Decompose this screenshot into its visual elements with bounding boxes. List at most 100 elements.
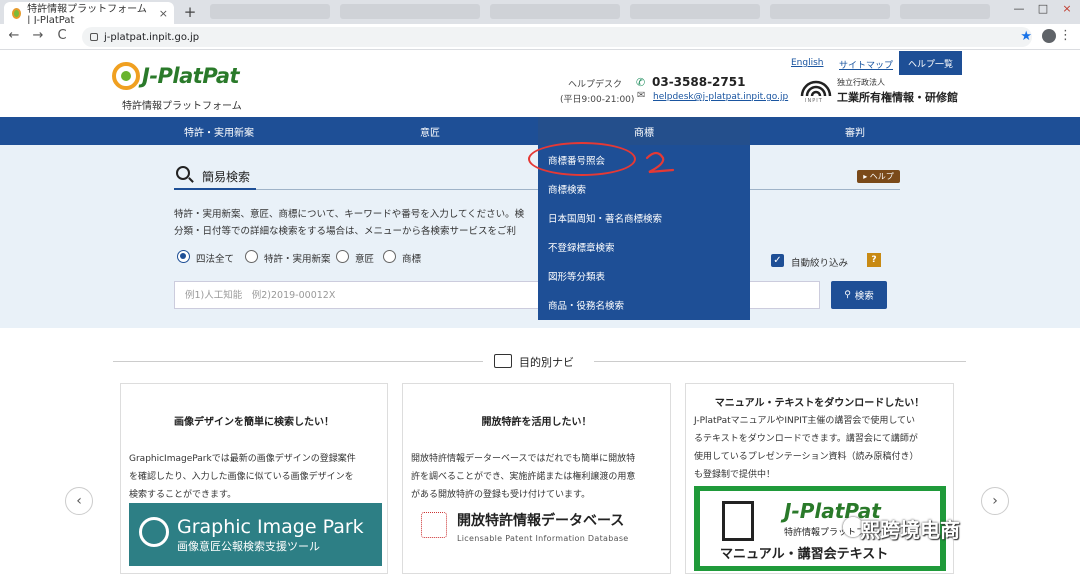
- purpose-navi-title: 目的別ナビ: [519, 356, 574, 369]
- browser-tab[interactable]: [630, 4, 760, 19]
- divider-accent: [174, 188, 256, 190]
- reload-icon[interactable]: C: [54, 28, 70, 44]
- card-title: 画像デザインを簡単に検索したい！: [174, 417, 334, 428]
- book-search-icon: [494, 354, 512, 368]
- maximize-icon[interactable]: □: [1034, 2, 1052, 15]
- graphic-image-park-banner[interactable]: Graphic Image Park 画像意匠公報検索支援ツール: [129, 503, 382, 566]
- browser-tab[interactable]: [340, 4, 480, 19]
- phone-icon: ✆: [636, 76, 646, 89]
- window-controls: — □ ×: [1010, 2, 1076, 15]
- divider: [113, 361, 483, 362]
- licensable-patent-db-banner[interactable]: 開放特許情報データベース Licensable Patent Informati…: [417, 506, 657, 556]
- helpdesk-label: ヘルプデスク: [568, 80, 623, 90]
- auto-narrow-label[interactable]: 自動絞り込み: [791, 255, 848, 269]
- sitemap-link[interactable]: サイトマップ: [839, 58, 893, 71]
- bookmark-star-icon[interactable]: ★: [1020, 29, 1032, 44]
- card-text-line: がある開放特許の登録も受け付けています。: [411, 490, 591, 500]
- card-title: マニュアル・テキストをダウンロードしたい！: [714, 398, 925, 409]
- forward-icon[interactable]: →: [30, 28, 46, 44]
- search-description-line: 特許・実用新案、意匠、商標について、キーワードや番号を入力してください。検: [174, 209, 525, 220]
- radio-label[interactable]: 四法全て: [196, 251, 234, 265]
- browser-tab[interactable]: [770, 4, 890, 19]
- search-title: 簡易検索: [202, 170, 251, 184]
- logo-text: J-PlatPat: [142, 64, 240, 88]
- site-logo[interactable]: J-PlatPat: [112, 62, 240, 90]
- card-text: 開放特許情報データーベースではだれでも簡単に開放特 許を調べることができ、実施許…: [411, 450, 635, 504]
- favicon-icon: [12, 7, 22, 19]
- address-bar[interactable]: j-platpat.inpit.go.jp: [82, 27, 1032, 47]
- browser-tab[interactable]: [490, 4, 620, 19]
- minimize-icon[interactable]: —: [1010, 2, 1028, 15]
- menu-item-unregistered-mark-search[interactable]: 不登録標章検索: [538, 232, 750, 261]
- back-icon[interactable]: ←: [6, 28, 22, 44]
- help-list-button[interactable]: ヘルプ一覧: [899, 51, 962, 75]
- search-button-label: 検索: [854, 291, 874, 302]
- card-text-line: 使用しているプレゼンテーション資料（読み原稿付き）: [694, 452, 919, 462]
- search-icon: ⚲: [844, 290, 851, 300]
- tab-close-icon[interactable]: ×: [159, 7, 168, 20]
- browser-tab-active[interactable]: 特許情報プラットフォーム | J-PlatPat ×: [4, 2, 174, 26]
- main-nav: 特許・実用新案 意匠 商標 審判: [0, 117, 1080, 145]
- tab-title: 特許情報プラットフォーム | J-PlatPat: [27, 4, 147, 26]
- banner-subtitle: 画像意匠公報検索支援ツール: [177, 539, 320, 553]
- radio-design[interactable]: [336, 250, 349, 263]
- magnifier-icon: [176, 166, 190, 180]
- radio-all-four-laws[interactable]: [177, 250, 190, 263]
- radio-patent[interactable]: [245, 250, 258, 263]
- banner-title: マニュアル・講習会テキスト: [720, 547, 889, 562]
- browser-tab[interactable]: [900, 4, 990, 19]
- card-text: GraphicImageParkでは最新の画像デザインの登録案件 を確認したり、…: [129, 450, 356, 504]
- browser-menu-icon[interactable]: ⋮: [1059, 28, 1072, 43]
- browser-toolbar: ← → C j-platpat.inpit.go.jp ★ ⋮: [0, 24, 1080, 50]
- logo-mark-icon: [112, 62, 140, 90]
- mail-icon: ✉: [637, 90, 646, 101]
- browser-tab[interactable]: [210, 4, 330, 19]
- new-tab-button[interactable]: +: [180, 3, 200, 21]
- carousel-next-button[interactable]: ›: [981, 487, 1009, 515]
- document-icon: [722, 501, 754, 541]
- inpit-name[interactable]: 工業所有権情報・研修館: [837, 89, 958, 105]
- nav-trademark[interactable]: 商標: [538, 117, 750, 145]
- radio-label[interactable]: 特許・実用新案: [264, 251, 331, 265]
- card-text-line: 開放特許情報データーベースではだれでも簡単に開放特: [411, 454, 636, 464]
- helpdesk-hours: (平日9:00-21:00): [560, 95, 635, 105]
- window-close-icon[interactable]: ×: [1058, 2, 1076, 15]
- radio-trademark[interactable]: [383, 250, 396, 263]
- menu-item-figure-classification[interactable]: 図形等分類表: [538, 261, 750, 290]
- radio-label[interactable]: 意匠: [355, 251, 374, 265]
- banner-subtitle: Licensable Patent Information Database: [457, 534, 629, 543]
- help-button[interactable]: ▸ ヘルプ: [857, 170, 900, 183]
- radio-label[interactable]: 商標: [402, 251, 421, 265]
- nav-design[interactable]: 意匠: [330, 117, 530, 145]
- inpit-logo-icon: [800, 80, 832, 97]
- card-text-line: J-PlatPatマニュアルやINPIT主催の講習会で使用してい: [694, 416, 916, 426]
- browser-tab-bar: 特許情報プラットフォーム | J-PlatPat × + — □ ×: [0, 0, 1080, 26]
- card-text-line: も登録制で提供中！: [694, 470, 776, 480]
- nav-patent[interactable]: 特許・実用新案: [119, 117, 319, 145]
- menu-item-trademark-search[interactable]: 商標検索: [538, 174, 750, 203]
- gip-logo-icon: [139, 517, 169, 547]
- patent-db-logo-icon: [421, 512, 447, 538]
- nav-trial[interactable]: 審判: [755, 117, 955, 145]
- menu-item-goods-services-search[interactable]: 商品・役務名検索: [538, 290, 750, 319]
- auto-narrow-checkbox[interactable]: ✓: [771, 254, 784, 267]
- helpdesk-email-link[interactable]: helpdesk@j-platpat.inpit.go.jp: [653, 92, 788, 102]
- card-title: 開放特許を活用したい！: [481, 417, 592, 428]
- profile-icon[interactable]: [1042, 29, 1056, 43]
- divider: [174, 189, 900, 190]
- url-text: j-platpat.inpit.go.jp: [104, 31, 200, 43]
- card-licensable-patents[interactable]: 開放特許を活用したい！ 開放特許情報データーベースではだれでも簡単に開放特 許を…: [402, 383, 671, 574]
- search-button[interactable]: ⚲ 検索: [831, 281, 887, 309]
- card-manual-download[interactable]: マニュアル・テキストをダウンロードしたい！ J-PlatPatマニュアルやINP…: [685, 383, 954, 574]
- card-text-line: るテキストをダウンロードできます。講習会にて講師が: [694, 434, 918, 444]
- search-description-line: 分類・日付等での詳細な検索をする場合は、メニューから各検索サービスをご利: [174, 226, 517, 237]
- carousel-prev-button[interactable]: ‹: [65, 487, 93, 515]
- logo-subtitle: 特許情報プラットフォーム: [122, 101, 242, 112]
- english-link[interactable]: English: [791, 58, 824, 68]
- banner-title: 開放特許情報データベース: [457, 513, 625, 529]
- menu-item-well-known-trademark-search[interactable]: 日本国周知・著名商標検索: [538, 203, 750, 232]
- divider: [594, 361, 966, 362]
- card-graphic-image-park[interactable]: 画像デザインを簡単に検索したい！ GraphicImageParkでは最新の画像…: [120, 383, 388, 574]
- question-help-icon[interactable]: ?: [867, 253, 881, 267]
- annotation-circle: [528, 142, 636, 176]
